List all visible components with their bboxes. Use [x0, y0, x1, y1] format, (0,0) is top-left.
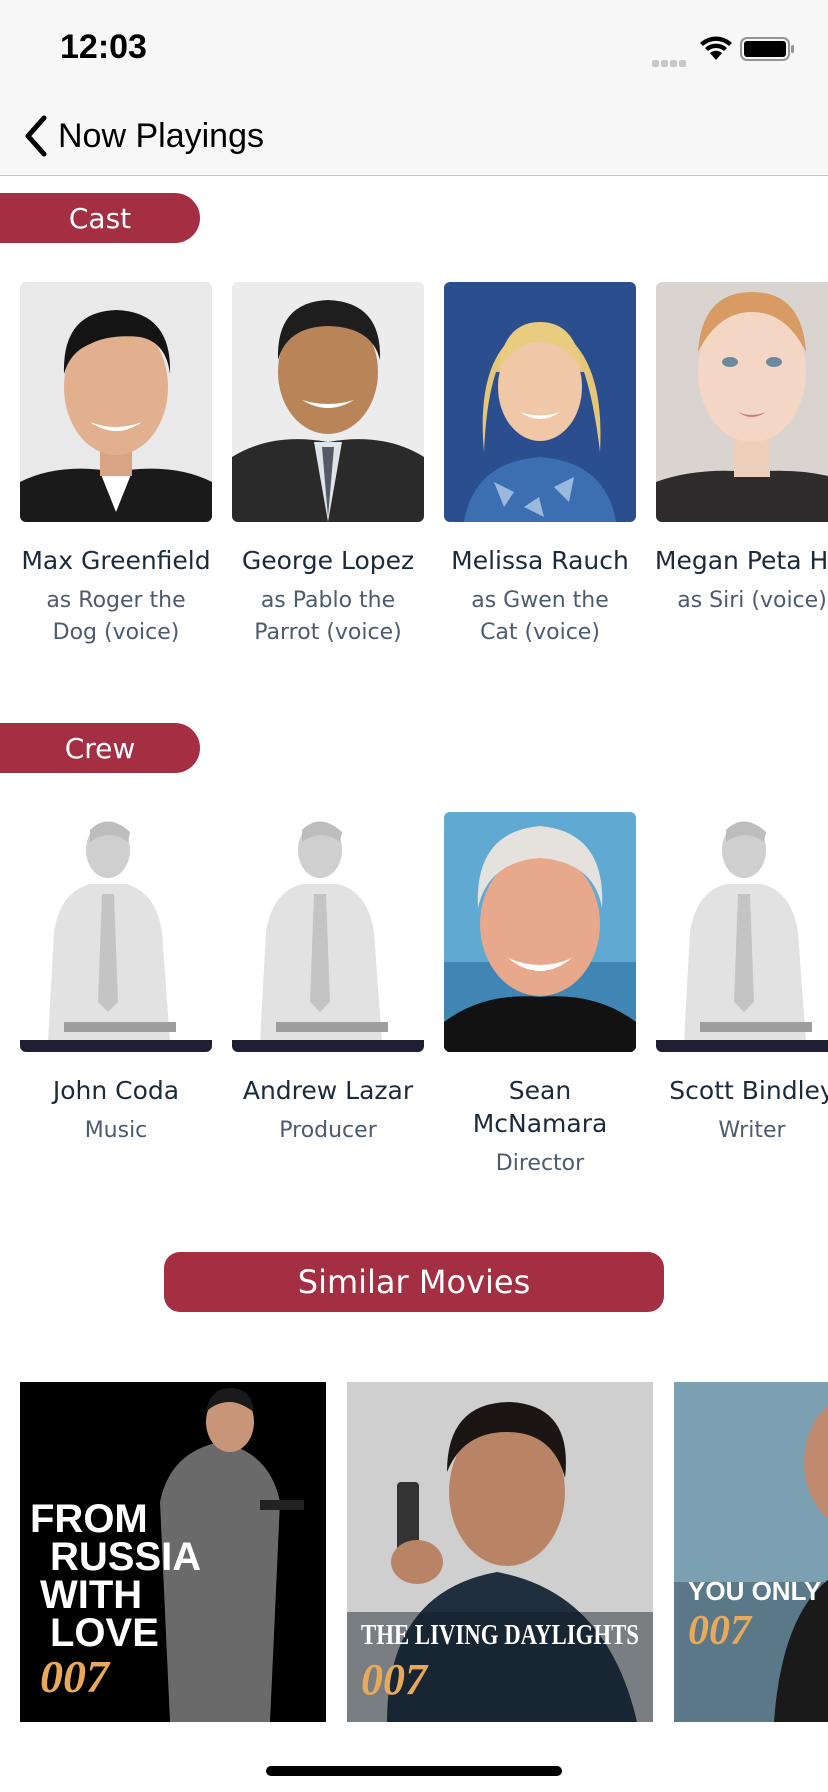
crew-job: Writer — [718, 1118, 786, 1143]
cast-name: George Lopez — [241, 546, 415, 575]
crew-name: Andrew Lazar — [242, 1076, 414, 1105]
crew-job: Music — [84, 1118, 148, 1143]
crew-card[interactable]: Sean McNamara Director — [434, 812, 646, 1180]
crew-job: Director — [495, 1151, 585, 1176]
similar-movies-list[interactable]: FROM RUSSIA WITH LOVE 007 THE LIVING DAY… — [0, 1382, 828, 1722]
movie-brand: 007 — [688, 1608, 753, 1654]
cast-list[interactable]: Max Greenfield as Roger the Dog (voice) … — [0, 282, 828, 702]
person-placeholder-icon — [232, 812, 424, 1052]
home-indicator[interactable] — [266, 1766, 562, 1776]
battery-icon — [740, 37, 794, 61]
crew-name: John Coda — [52, 1076, 180, 1105]
cast-photo — [444, 282, 636, 522]
crew-card[interactable]: Andrew Lazar Producer — [222, 812, 434, 1147]
cast-character: as Gwen the Cat (voice) — [471, 588, 609, 645]
cast-name: Max Greenfield — [21, 546, 211, 575]
back-label: Now Playings — [58, 116, 264, 155]
cast-photo — [656, 282, 828, 522]
navigation-bar: Now Playings — [0, 100, 828, 176]
chevron-left-icon — [25, 115, 47, 157]
cast-card[interactable]: George Lopez as Pablo the Parrot (voice) — [222, 282, 434, 649]
person-placeholder-icon — [656, 812, 828, 1052]
cast-photo — [20, 282, 212, 522]
movie-poster[interactable]: YOU ONLY LIVE TWICE 007 — [674, 1382, 828, 1722]
movie-title: THE LIVING DAYLIGHTS — [361, 1619, 639, 1651]
crew-photo — [444, 812, 636, 1052]
movie-title: YOU ONLY LIVE TWICE — [688, 1576, 828, 1606]
wifi-icon — [700, 36, 732, 60]
crew-section-header: Crew — [0, 723, 200, 773]
status-bar: 12:03 — [0, 0, 828, 100]
cast-character: as Siri (voice) — [677, 588, 827, 613]
cast-character: as Pablo the Parrot (voice) — [254, 588, 402, 645]
cast-character: as Roger the Dog (voice) — [46, 588, 186, 645]
cellular-signal-icon — [652, 52, 692, 67]
cast-photo — [232, 282, 424, 522]
crew-card[interactable]: John Coda Music — [10, 812, 222, 1147]
cast-section-header: Cast — [0, 193, 200, 243]
crew-name: Sean McNamara — [472, 1076, 608, 1138]
movie-brand: 007 — [361, 1655, 429, 1704]
status-time: 12:03 — [60, 28, 147, 66]
cast-card[interactable]: Melissa Rauch as Gwen the Cat (voice) — [434, 282, 646, 649]
person-placeholder-icon — [20, 812, 212, 1052]
cast-name: Megan Peta Hill — [654, 546, 828, 575]
cast-card[interactable]: Max Greenfield as Roger the Dog (voice) — [10, 282, 222, 649]
crew-job: Producer — [279, 1118, 377, 1143]
similar-movies-header: Similar Movies — [164, 1252, 664, 1312]
crew-name: Scott Bindley — [669, 1076, 828, 1105]
back-button[interactable]: Now Playings — [22, 110, 264, 162]
crew-card[interactable]: Scott Bindley Writer — [646, 812, 828, 1147]
crew-list[interactable]: John Coda Music Andrew Lazar Producer Se… — [0, 812, 828, 1232]
cast-card[interactable]: Megan Peta Hill as Siri (voice) — [646, 282, 828, 617]
movie-detail-screen: 12:03 Now Playings Cast Max Greenfield a… — [0, 0, 828, 1792]
cast-name: Melissa Rauch — [451, 546, 629, 575]
movie-poster[interactable]: THE LIVING DAYLIGHTS 007 — [347, 1382, 653, 1722]
movie-brand: 007 — [40, 1651, 111, 1702]
movie-poster[interactable]: FROM RUSSIA WITH LOVE 007 — [20, 1382, 326, 1722]
movie-title: LOVE — [50, 1611, 159, 1655]
